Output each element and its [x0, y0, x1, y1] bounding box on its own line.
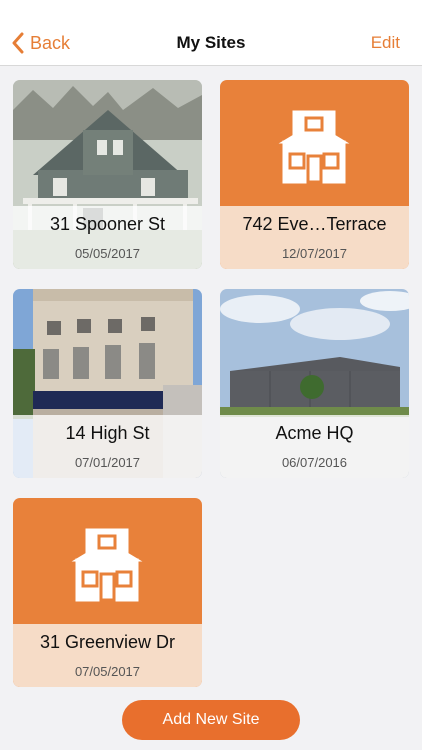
site-name: 742 Eve…Terrace [242, 214, 387, 234]
site-card[interactable]: 14 High St 07/01/2017 [13, 289, 202, 478]
site-caption: 742 Eve…Terrace 12/07/2017 [220, 206, 409, 269]
add-new-site-button[interactable]: Add New Site [122, 700, 300, 740]
site-name: Acme HQ [275, 423, 354, 443]
site-caption: 31 Spooner St 05/05/2017 [13, 206, 202, 269]
site-card[interactable]: 31 Greenview Dr 07/05/2017 [13, 498, 202, 687]
page-title: My Sites [176, 33, 246, 52]
edit-button[interactable]: Edit [371, 33, 400, 53]
site-date: 06/07/2016 [281, 455, 348, 470]
site-caption: 14 High St 07/01/2017 [13, 415, 202, 478]
site-date: 07/05/2017 [74, 664, 141, 679]
nav-bar: Back My Sites Edit [0, 0, 422, 66]
site-caption: 31 Greenview Dr 07/05/2017 [13, 624, 202, 687]
site-date: 07/01/2017 [74, 455, 141, 470]
site-caption: Acme HQ 06/07/2016 [220, 415, 409, 478]
site-name: 31 Greenview Dr [39, 632, 176, 652]
site-card[interactable]: 31 Spooner St 05/05/2017 [13, 80, 202, 269]
site-name: 14 High St [65, 423, 150, 443]
site-card[interactable]: 742 Eve…Terrace 12/07/2017 [220, 80, 409, 269]
site-date: 12/07/2017 [281, 246, 348, 261]
site-name: 31 Spooner St [49, 214, 166, 234]
site-card[interactable]: Acme HQ 06/07/2016 [220, 289, 409, 478]
site-date: 05/05/2017 [74, 246, 141, 261]
